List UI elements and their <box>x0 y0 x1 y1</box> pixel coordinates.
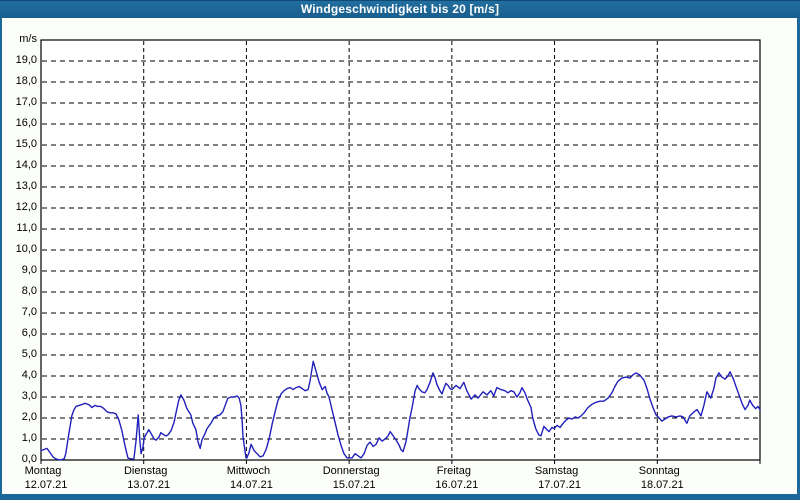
y-axis-tick-label: 14,0 <box>15 159 37 171</box>
y-axis-tick-label: 16,0 <box>15 117 37 129</box>
y-axis-tick-label: 10,0 <box>15 243 37 255</box>
y-axis-tick-label: 13,0 <box>15 180 37 192</box>
y-axis-tick-label: 6,0 <box>21 327 37 339</box>
y-axis-tick-label: 5,0 <box>21 348 37 360</box>
y-axis-tick-label: 1,0 <box>21 432 37 444</box>
y-axis-tick-label: 7,0 <box>21 306 37 318</box>
y-axis-tick-label: 17,0 <box>15 96 37 108</box>
wind-chart-window: Windgeschwindigkeit bis 20 [m/s] m/s 19,… <box>0 0 800 500</box>
x-axis-date-label: 13.07.21 <box>127 479 171 491</box>
x-axis-day-label: Sonntag <box>638 465 680 477</box>
y-axis-tick-label: 19,0 <box>15 54 37 66</box>
y-axis-tick-label: 12,0 <box>15 201 37 213</box>
x-axis-day-label: Donnerstag <box>322 465 380 477</box>
x-axis-date-label: 15.07.21 <box>332 479 376 491</box>
y-axis-tick-label: 15,0 <box>15 138 37 150</box>
y-axis-tick-label: 9,0 <box>21 264 37 276</box>
y-axis-tick-label: 3,0 <box>21 390 37 402</box>
x-axis-day-label: Freitag <box>436 465 471 477</box>
x-axis-day-label: Montag <box>24 465 62 477</box>
y-axis-tick-label: 8,0 <box>21 285 37 297</box>
x-axis-date-label: 14.07.21 <box>230 479 273 491</box>
x-axis-day-label: Dienstag <box>123 465 168 477</box>
plot-area <box>40 39 761 461</box>
y-axis-tick-label: 11,0 <box>16 222 37 234</box>
x-axis-day-label: Mittwoch <box>226 465 271 477</box>
y-axis-tick-label: 4,0 <box>21 369 37 381</box>
wind-speed-chart <box>40 39 761 464</box>
y-axis-unit-label: m/s <box>19 33 37 45</box>
x-axis-date-label: 12.07.21 <box>24 479 68 491</box>
y-axis-tick-label: 18,0 <box>15 75 37 87</box>
y-axis-tick-label: 2,0 <box>21 411 37 423</box>
x-axis-date-label: 16.07.21 <box>435 479 479 491</box>
x-axis-date-label: 18.07.21 <box>640 479 684 491</box>
x-axis-date-label: 17.07.21 <box>538 479 581 491</box>
x-axis-day-label: Samstag <box>534 465 579 477</box>
